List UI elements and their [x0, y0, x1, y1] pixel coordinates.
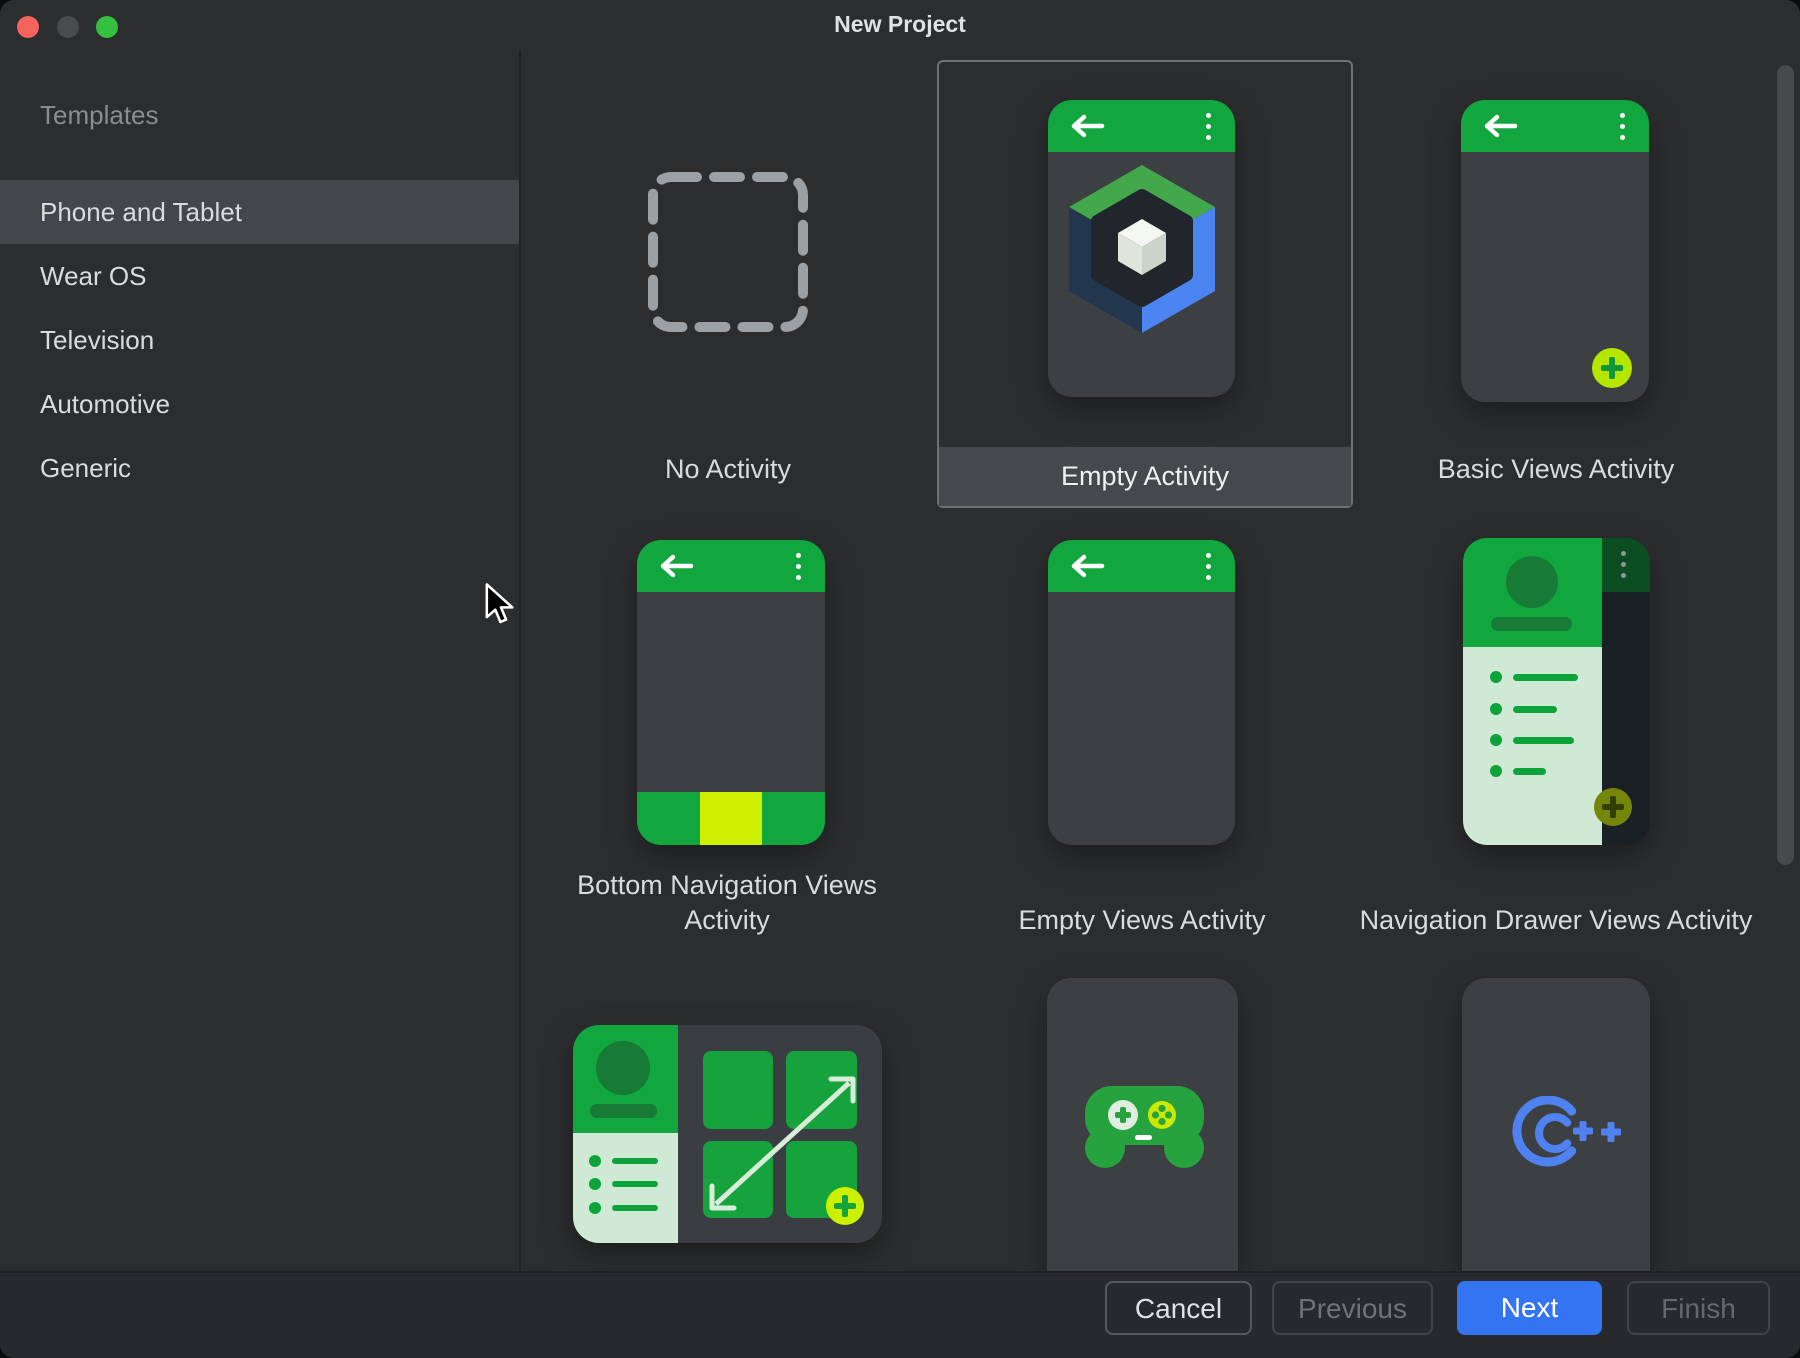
drawer-menu [1463, 647, 1602, 845]
drawer-header [573, 1025, 678, 1133]
template-label-selected: Empty Activity [939, 447, 1351, 506]
finish-button[interactable]: Finish [1627, 1281, 1770, 1335]
template-card-tablet-grid[interactable] [573, 1025, 882, 1243]
jetpack-compose-logo [1067, 163, 1217, 335]
nav-drawer [1463, 538, 1602, 845]
fab-plus-icon [1592, 348, 1632, 388]
kebab-menu-icon [1620, 113, 1625, 140]
sidebar-item-automotive[interactable]: Automotive [0, 372, 520, 436]
bottom-nav-bar [637, 792, 825, 845]
next-button[interactable]: Next [1457, 1281, 1602, 1335]
name-placeholder [1491, 617, 1572, 631]
name-placeholder [590, 1104, 657, 1118]
previous-button[interactable]: Previous [1272, 1281, 1433, 1335]
phone-mockup [1461, 100, 1649, 402]
app-bar [1048, 100, 1235, 152]
kebab-menu-icon [796, 553, 801, 580]
nav-drawer [573, 1025, 678, 1243]
sidebar-item-generic[interactable]: Generic [0, 436, 520, 500]
dashed-placeholder-icon [648, 172, 808, 332]
cpp-logo [1507, 1096, 1627, 1174]
template-label: No Activity [528, 452, 928, 487]
avatar [596, 1041, 650, 1095]
fab-plus-icon-dimmed [1594, 788, 1632, 826]
mouse-cursor-icon [484, 583, 518, 627]
template-label: Navigation Drawer Views Activity [1336, 903, 1776, 938]
back-arrow-icon [1481, 113, 1519, 139]
kebab-menu-icon [1621, 551, 1626, 578]
drawer-menu [573, 1133, 678, 1243]
sidebar-item-wear-os[interactable]: Wear OS [0, 244, 520, 308]
game-controller-icon [1077, 1078, 1212, 1173]
new-project-dialog: New Project Templates Phone and Tablet W… [0, 0, 1800, 1358]
back-arrow-icon [657, 553, 695, 579]
phone-mockup [637, 540, 825, 845]
phone-mockup [1463, 538, 1650, 845]
phone-mockup [1048, 100, 1235, 397]
fab-plus-icon [826, 1187, 864, 1225]
app-bar [637, 540, 825, 592]
back-arrow-icon [1068, 553, 1106, 579]
templates-heading: Templates [40, 100, 159, 131]
app-bar [1461, 100, 1649, 152]
cancel-button[interactable]: Cancel [1105, 1281, 1252, 1335]
sidebar-divider [519, 50, 521, 1271]
phone-mockup [1462, 978, 1650, 1272]
back-arrow-icon [1068, 113, 1106, 139]
template-label: Basic Views Activity [1356, 452, 1756, 487]
kebab-menu-icon [1206, 113, 1211, 140]
app-bar [1048, 540, 1235, 592]
template-label: Bottom Navigation Views Activity [557, 868, 897, 938]
title-bar: New Project [0, 0, 1800, 48]
sidebar-item-phone-and-tablet[interactable]: Phone and Tablet [0, 180, 520, 244]
phone-mockup [1047, 978, 1238, 1272]
phone-mockup [1048, 540, 1235, 845]
template-label: Empty Views Activity [942, 903, 1342, 938]
kebab-menu-icon [1206, 553, 1211, 580]
vertical-scrollbar-thumb[interactable] [1777, 65, 1794, 865]
avatar [1506, 556, 1558, 608]
sidebar-item-television[interactable]: Television [0, 308, 520, 372]
window-title: New Project [0, 11, 1800, 38]
drawer-header [1463, 538, 1602, 647]
